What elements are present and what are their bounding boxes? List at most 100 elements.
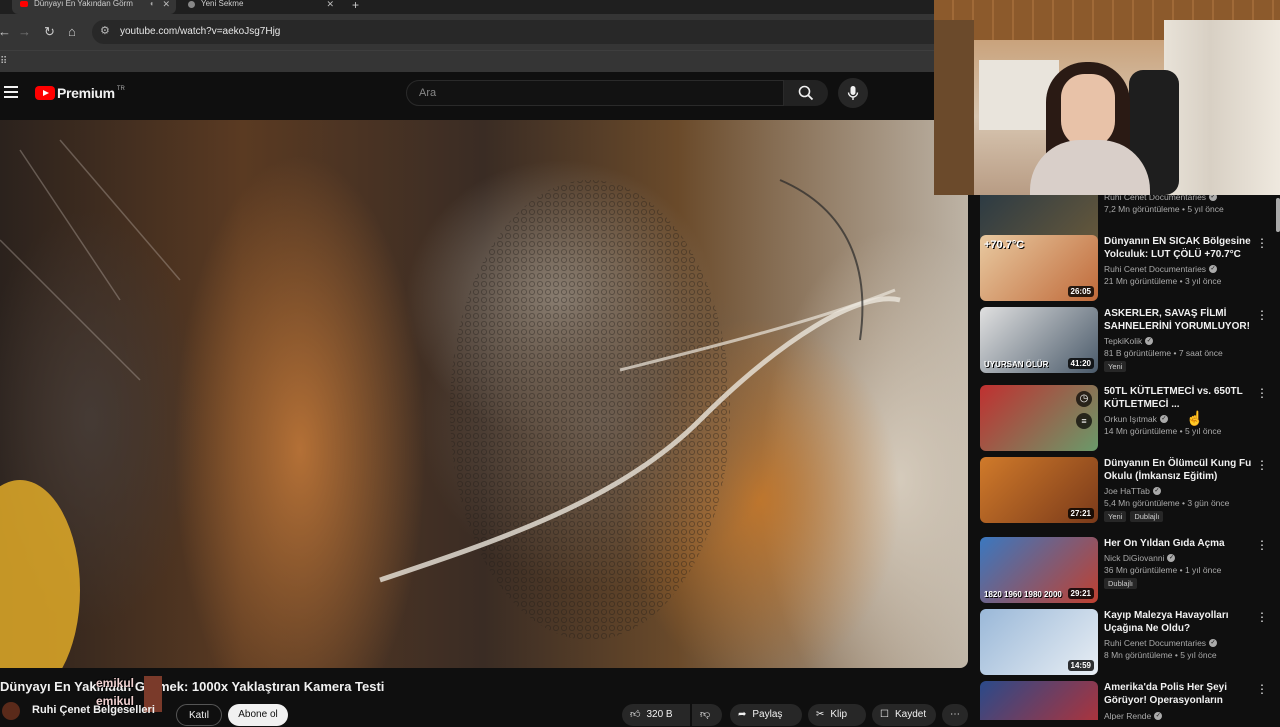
video-thumbnail[interactable]: 27:21 <box>980 457 1098 523</box>
close-tab-icon[interactable]: ✕ <box>162 0 170 9</box>
add-to-queue-icon[interactable]: ≡ <box>1076 413 1092 429</box>
search-input[interactable] <box>419 87 759 99</box>
recommendation-info: Ruhi Cenet Documentaries ✓ 7,2 Mn görüntül… <box>1104 195 1256 214</box>
channel-name: Nick DiGiovanni <box>1104 553 1165 563</box>
video-badge: Dublajlı <box>1104 578 1138 589</box>
video-thumbnail[interactable]: AMERİKAN POLİSİ GECE DEVRİYESİ <box>980 681 1098 720</box>
recommendation-title[interactable]: ASKERLER, SAVAŞ FİLMİ SAHNELERİNİ YORUML… <box>1104 307 1256 333</box>
menu-icon[interactable] <box>4 86 18 98</box>
recommendation-channel[interactable]: Ruhi Cenet Documentaries ✓ <box>1104 264 1256 274</box>
sidebar-scrollbar[interactable] <box>1276 198 1280 232</box>
video-duration: 27:21 <box>1067 508 1094 519</box>
recommendation-title[interactable]: 50TL KÜTLETMECİ vs. 650TL KÜTLETMECİ ... <box>1104 385 1256 411</box>
more-options-icon[interactable]: ⋮ <box>1256 387 1268 399</box>
forward-arrow-icon[interactable]: → <box>18 24 31 40</box>
video-thumbnail[interactable]: +70.7°C 26:05 <box>980 235 1098 301</box>
recommendation-channel[interactable]: TepkiKolik ✓ <box>1104 336 1256 346</box>
recommendation-item[interactable]: AMERİKAN POLİSİ GECE DEVRİYESİAmerika'da… <box>980 681 1280 720</box>
share-button[interactable]: ➦ Paylaş <box>730 704 802 726</box>
video-thumbnail[interactable]: 14:59 <box>980 609 1098 675</box>
recommendation-meta: 36 Mn görüntüleme • 1 yıl önce <box>1104 565 1222 575</box>
video-thumbnail[interactable]: 1820 1960 1980 2000 29:21 <box>980 537 1098 603</box>
more-horizontal-icon: ⋯ <box>950 709 960 720</box>
mouse-pointer-icon: ☝ <box>1186 410 1204 426</box>
url-text: youtube.com/watch?v=aekoJsg7Hjg <box>120 26 281 37</box>
recommendation-channel[interactable]: Orkun Işıtmak ✓ <box>1104 414 1256 424</box>
thumbnail-text: 1820 1960 1980 2000 <box>984 590 1062 599</box>
view-count: 5,4 Mn görüntüleme <box>1104 498 1180 508</box>
video-thumbnail[interactable]: ◷ ≡ <box>980 385 1098 451</box>
verified-check-icon: ✓ <box>1209 265 1218 273</box>
youtube-premium-logo[interactable]: Premium TR <box>35 85 125 101</box>
recommendation-item[interactable]: 1820 1960 1980 2000 29:21 Her On Yıldan Gı… <box>980 537 1280 603</box>
url-field[interactable]: ⚙ youtube.com/watch?v=aekoJsg7Hjg <box>92 20 934 44</box>
more-options-icon[interactable]: ⋮ <box>1256 309 1268 321</box>
more-options-icon[interactable]: ⋮ <box>1256 611 1268 623</box>
upload-age: 3 yıl önce <box>1184 276 1222 286</box>
recommendation-channel[interactable]: Ruhi Cenet Documentaries ✓ <box>1104 638 1256 648</box>
recommendation-item[interactable]: 14:59 Kayıp Malezya Havayolları Uçağına N… <box>980 609 1280 675</box>
view-count: 81 B görüntüleme <box>1104 348 1172 358</box>
watch-later-icon[interactable]: ◷ <box>1076 391 1092 407</box>
site-settings-icon[interactable]: ⚙ <box>100 24 110 37</box>
join-button[interactable]: Katıl <box>176 704 222 726</box>
recommendation-channel[interactable]: Joe HaTTab ✓ <box>1104 486 1256 496</box>
recommendation-title[interactable]: Her On Yıldan Gıda Açma <box>1104 537 1256 550</box>
recommendation-title[interactable]: Kayıp Malezya Havayolları Uçağına Ne Old… <box>1104 609 1256 635</box>
channel-name: Ruhi Cenet Documentaries <box>1104 638 1207 648</box>
recommendation-info: Her On Yıldan Gıda Açma Nick DiGiovanni ✓ 3… <box>1104 537 1256 589</box>
recommendation-title[interactable]: Dünyanın EN SICAK Bölgesine Yolculuk: LU… <box>1104 235 1256 261</box>
logo-text: Premium <box>57 85 115 101</box>
home-icon[interactable]: ⌂ <box>68 24 76 40</box>
microphone-icon <box>847 86 859 100</box>
video-duration: 14:59 <box>1067 660 1094 671</box>
save-button[interactable]: ☐ Kaydet <box>872 704 936 726</box>
more-options-icon[interactable]: ⋮ <box>1256 459 1268 471</box>
channel-name: Joe HaTTab <box>1104 486 1150 496</box>
globe-icon <box>188 1 195 8</box>
more-options-icon[interactable]: ⋮ <box>1256 237 1268 249</box>
recommendation-title[interactable]: Amerika'da Polis Her Şeyi Görüyor! Opera… <box>1104 681 1256 708</box>
back-arrow-icon[interactable]: ← <box>0 24 11 40</box>
close-tab-icon[interactable]: ✕ <box>326 0 334 9</box>
youtube-header: Premium TR <box>0 72 934 120</box>
browser-address-bar: ← → ↻ ⌂ ⚙ youtube.com/watch?v=aekoJsg7Hj… <box>0 14 934 50</box>
channel-name[interactable]: Ruhi Çenet Belgeselleri <box>32 704 155 716</box>
subscribe-button[interactable]: Abone ol <box>228 704 288 726</box>
browser-tab-inactive[interactable]: Yeni Sekme ✕ <box>184 0 340 14</box>
bookmarks-bar: ⠿ <box>0 50 934 72</box>
clip-button[interactable]: ✂ Klip <box>808 704 866 726</box>
youtube-play-icon <box>35 86 55 100</box>
channel-name: Orkun Işıtmak <box>1104 414 1157 424</box>
recommendation-item[interactable]: ◷ ≡ 50TL KÜTLETMECİ vs. 650TL KÜTLETMECİ .… <box>980 385 1280 451</box>
search-button[interactable] <box>784 80 828 106</box>
like-button[interactable]: 👍︎ 320 B <box>622 704 690 726</box>
recommendation-item[interactable]: +70.7°C 26:05 Dünyanın EN SICAK Bölgesine … <box>980 235 1280 301</box>
more-actions-button[interactable]: ⋯ <box>942 704 968 726</box>
video-player[interactable] <box>0 120 968 668</box>
upload-age: 1 yıl önce <box>1184 565 1222 575</box>
more-options-icon[interactable]: ⋮ <box>1256 683 1268 695</box>
speaker-icon[interactable]: ◖ <box>149 0 154 8</box>
reload-icon[interactable]: ↻ <box>44 24 55 40</box>
more-options-icon[interactable]: ⋮ <box>1256 539 1268 551</box>
video-thumbnail[interactable]: UYURSAN ÖLÜR 41:20 <box>980 307 1098 373</box>
video-title: Dünyayı En Yakından Görmek: 1000x Yaklaş… <box>0 679 385 694</box>
recommendation-item[interactable]: 27:21 Dünyanın En Ölümcül Kung Fu Okulu (… <box>980 457 1280 523</box>
video-frame-macro-insect <box>0 139 901 668</box>
view-count: 7,2 Mn görüntüleme <box>1104 204 1180 214</box>
apps-grid-icon[interactable]: ⠿ <box>0 56 7 67</box>
dislike-button[interactable]: 👎︎ <box>692 704 722 726</box>
recommendation-item[interactable]: UYURSAN ÖLÜR 41:20 ASKERLER, SAVAŞ FİLMİ S… <box>980 307 1280 373</box>
browser-tab-active[interactable]: Dünyayı En Yakından Görm ◖ ✕ <box>12 0 176 14</box>
thumbnail-text: +70.7°C <box>984 239 1025 251</box>
voice-search-button[interactable] <box>838 78 868 108</box>
channel-name: Ruhi Cenet Documentaries <box>1104 264 1207 274</box>
recommendation-channel[interactable]: Ruhi Cenet Documentaries ✓ <box>1104 195 1256 202</box>
recommendation-channel[interactable]: Nick DiGiovanni ✓ <box>1104 553 1256 563</box>
new-tab-icon[interactable]: + <box>352 0 359 12</box>
recommendation-channel[interactable]: Alper Rende ✓ <box>1104 711 1256 720</box>
channel-avatar[interactable] <box>2 702 20 720</box>
recommendation-title[interactable]: Dünyanın En Ölümcül Kung Fu Okulu (İmkan… <box>1104 457 1256 483</box>
thumbs-up-icon: 👍︎ <box>630 709 641 720</box>
